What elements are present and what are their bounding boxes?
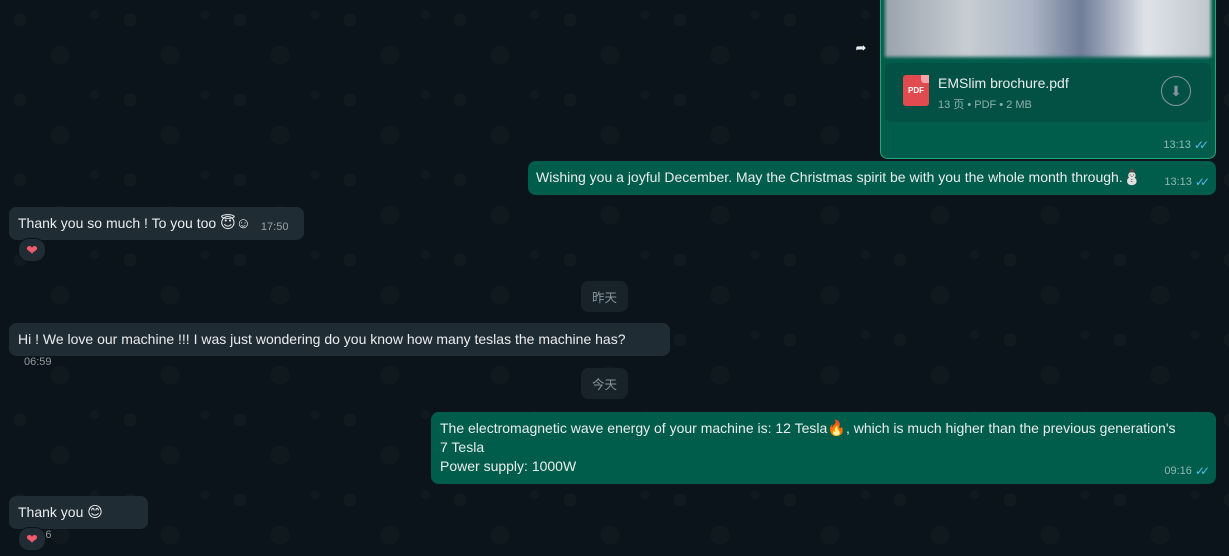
document-thumbnail[interactable] [885,0,1211,57]
message-time: 06:59 [24,356,52,368]
message-meta: 09:16 ✓✓ [1164,462,1210,481]
message-text: The electromagnetic wave energy of your … [440,420,828,436]
incoming-message[interactable]: Hi ! We love our machine !!! I was just … [9,323,670,368]
message-text: Thank you [18,504,84,520]
message-text: Wishing you a joyful December. May the C… [536,169,1123,185]
message-meta: 13:13 ✓✓ [1163,136,1209,155]
message-time: 13:13 [1164,176,1192,188]
forward-button[interactable]: ➦ [849,36,873,60]
chat-panel: ➦ PDF EMSlim brochure.pdf 13 页 • PDF • 2… [0,0,1229,556]
message-meta: 13:13 ✓✓ [1164,173,1210,192]
date-separator: 今天 [581,368,629,399]
smiling-emoji: 😇☺ [220,215,252,232]
download-icon: ⬇ [1170,82,1182,99]
double-check-icon: ✓✓ [1194,175,1210,189]
message-text: Thank you so much ! To you too [18,215,217,231]
smiling-emoji: 😊 [87,504,103,521]
heart-icon: ❤ [26,530,38,547]
document-filename: EMSlim brochure.pdf [938,75,1069,91]
document-info: 13 页 • PDF • 2 MB [938,99,1032,111]
message-time: 09:16 [1164,465,1192,477]
date-separator: 昨天 [581,281,629,312]
download-button[interactable]: ⬇ [1161,76,1191,106]
heart-icon: ❤ [26,241,38,258]
incoming-message[interactable]: Thank you so much ! To you too 😇☺ 17:50 [9,207,304,240]
forward-arrow-icon: ➦ [855,40,867,55]
pdf-file-icon: PDF [903,75,929,106]
incoming-message[interactable]: Thank you 😊 09:16 [9,496,148,541]
message-text-line2: Power supply: 1000W [440,458,577,474]
message-time: 17:50 [260,221,289,233]
outgoing-message[interactable]: Wishing you a joyful December. May the C… [528,161,1216,195]
message-text: Hi ! We love our machine !!! I was just … [18,331,626,347]
message-time: 13:13 [1163,139,1191,151]
reaction-badge[interactable]: ❤ [18,238,46,262]
outgoing-message[interactable]: The electromagnetic wave energy of your … [431,412,1216,484]
document-message[interactable]: PDF EMSlim brochure.pdf 13 页 • PDF • 2 M… [880,0,1216,159]
fire-emoji: 🔥 [827,420,846,437]
double-check-icon: ✓✓ [1193,138,1209,152]
snowman-emoji: ⛄ [1122,169,1142,186]
double-check-icon: ✓✓ [1194,464,1210,478]
document-card[interactable]: PDF EMSlim brochure.pdf 13 页 • PDF • 2 M… [885,63,1211,122]
reaction-badge[interactable]: ❤ [18,527,46,551]
